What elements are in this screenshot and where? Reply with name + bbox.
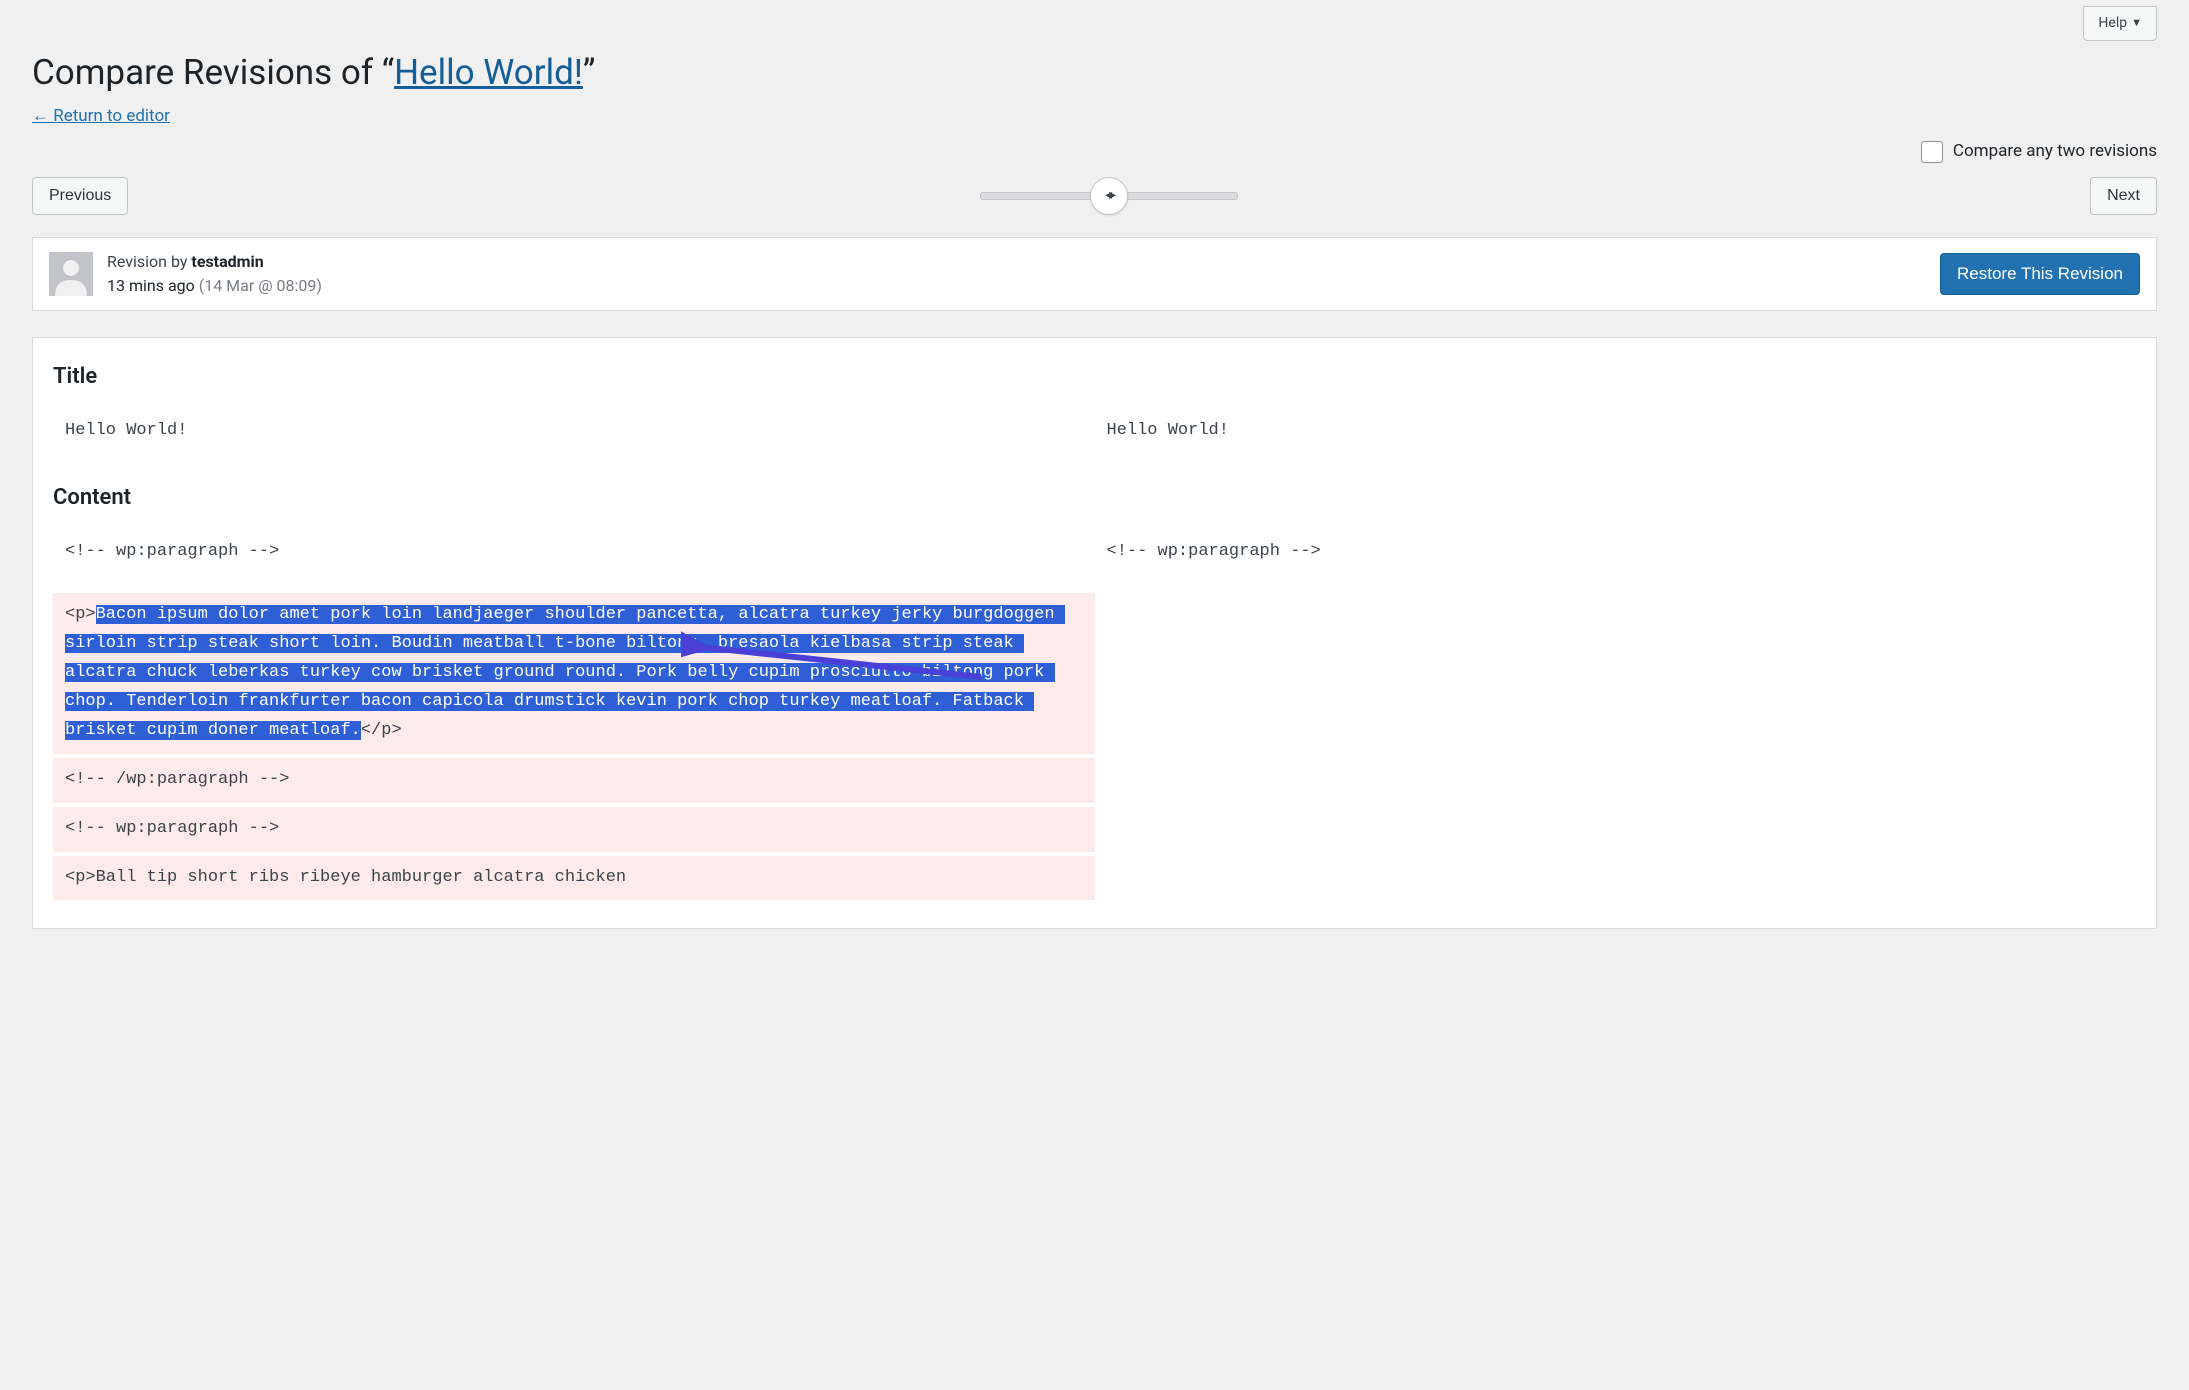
title-left: Hello World! xyxy=(53,409,1095,454)
diff-cell-left: <p>Ball tip short ribs ribeye hamburger … xyxy=(53,856,1095,901)
help-label: Help xyxy=(2098,13,2127,34)
diff-cell-left: <!-- /wp:paragraph --> xyxy=(53,758,1095,803)
avatar xyxy=(49,252,93,296)
time-relative: 13 mins ago xyxy=(107,276,195,295)
post-title-link[interactable]: Hello World! xyxy=(394,52,583,93)
time-absolute: (14 Mar @ 08:09) xyxy=(199,276,322,295)
time-line: 13 mins ago (14 Mar @ 08:09) xyxy=(107,274,1926,298)
title-right: Hello World! xyxy=(1095,409,2137,454)
diff-cell-right xyxy=(1095,758,2137,803)
diff-cell-right xyxy=(1095,593,2137,753)
author-line: Revision by testadmin xyxy=(107,250,1926,274)
diff-content-table: <!-- wp:paragraph --><!-- wp:paragraph -… xyxy=(53,530,2136,900)
slider-track-right xyxy=(1118,192,1238,200)
previous-button[interactable]: Previous xyxy=(32,177,128,215)
compare-any-checkbox[interactable] xyxy=(1921,141,1943,163)
diff-cell-left: <!-- wp:paragraph --> xyxy=(53,807,1095,852)
deleted-text-highlight: Bacon ipsum dolor amet pork loin landjae… xyxy=(65,605,1065,740)
author-name: testadmin xyxy=(191,252,263,271)
diff-panel: Title Hello World! Hello World! Content … xyxy=(32,337,2157,930)
diff-content-heading: Content xyxy=(53,481,2136,514)
diff-title-table: Hello World! Hello World! xyxy=(53,409,2136,454)
revision-meta-bar: Revision by testadmin 13 mins ago (14 Ma… xyxy=(32,237,2157,311)
chevron-down-icon: ▼ xyxy=(2131,15,2142,32)
diff-cell-right xyxy=(1095,856,2137,901)
slider-handle[interactable]: ◂▸ xyxy=(1090,177,1128,215)
restore-revision-button[interactable]: Restore This Revision xyxy=(1940,253,2140,295)
user-icon xyxy=(49,252,93,296)
slider-arrows-icon: ◂▸ xyxy=(1105,185,1113,206)
diff-cell-left: <p>Bacon ipsum dolor amet pork loin land… xyxy=(53,593,1095,753)
next-button[interactable]: Next xyxy=(2090,177,2157,215)
slider-track-left xyxy=(980,192,1100,200)
page-title: Compare Revisions of “Hello World!” xyxy=(32,47,2157,100)
diff-cell-right xyxy=(1095,807,2137,852)
diff-cell-right: <!-- wp:paragraph --> xyxy=(1095,530,2137,575)
return-to-editor-link[interactable]: ← Return to editor xyxy=(32,106,170,126)
revision-info: Revision by testadmin 13 mins ago (14 Ma… xyxy=(107,250,1926,298)
diff-cell-left: <!-- wp:paragraph --> xyxy=(53,530,1095,575)
revision-slider[interactable]: ◂▸ xyxy=(980,177,1238,215)
compare-any-label[interactable]: Compare any two revisions xyxy=(1953,139,2157,165)
diff-title-heading: Title xyxy=(53,360,2136,393)
help-tab[interactable]: Help ▼ xyxy=(2083,6,2157,41)
